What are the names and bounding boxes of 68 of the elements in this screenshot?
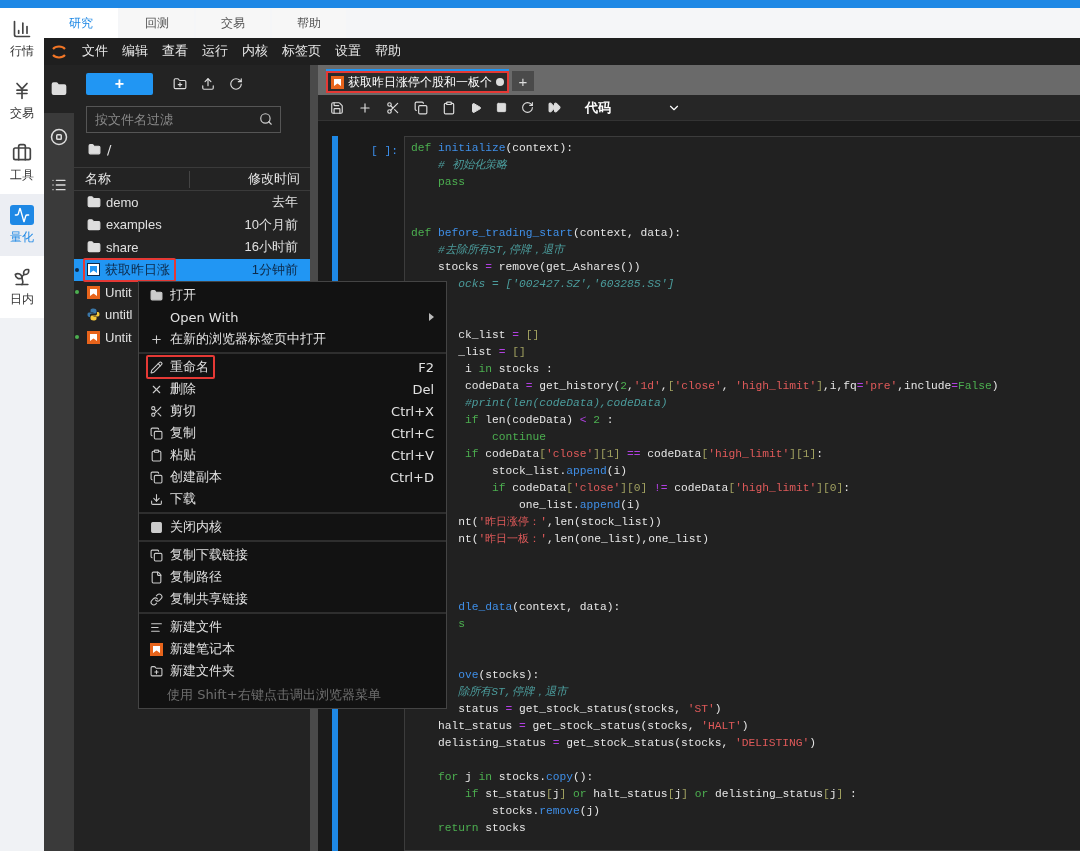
code-line: for j in stocks.copy(): xyxy=(438,771,594,783)
menu-item-label: 在新的浏览器标签页中打开 xyxy=(170,330,326,348)
code-line: return stocks xyxy=(438,822,526,834)
shortcut-text: Ctrl+C xyxy=(390,425,434,441)
code-line: # 初始化策略 xyxy=(438,159,507,171)
code-line: pass xyxy=(438,176,466,188)
code-line: #print(len(codeData),codeData) xyxy=(465,397,668,409)
code-line: stocks.remove(j) xyxy=(492,805,601,817)
code-line: if codeData['close'][1] == codeData['high_limit'][1]: xyxy=(465,448,823,460)
modified-time: 1分钟前 xyxy=(251,260,299,279)
tab-title: 获取昨日涨停个股和一板个 xyxy=(348,73,492,91)
menu-item-label: 复制 xyxy=(170,424,196,442)
menu-item-label: Open With xyxy=(170,309,239,325)
code-line: i in stocks : xyxy=(465,363,553,375)
code-line: nt('昨日涨停：',len(stock_list)) xyxy=(458,516,662,528)
menu-item-label: 新建笔记本 xyxy=(170,640,235,658)
menu-item-label: 复制路径 xyxy=(170,568,222,586)
menu-item-label: 下载 xyxy=(170,490,196,508)
menu-item-label: 创建副本 xyxy=(170,468,222,486)
menu-hint: 使用 Shift+右键点击调出浏览器菜单 xyxy=(166,686,382,704)
menu-item-label: 复制下载链接 xyxy=(170,546,248,564)
menu-item-label: 剪切 xyxy=(170,402,196,420)
shortcut-text: F2 xyxy=(418,359,434,375)
code-line: 除所有ST,停牌，退市 xyxy=(458,686,567,698)
file-name: Untit xyxy=(105,284,132,300)
code-line: def initialize(context): xyxy=(411,142,574,154)
menu-item-label: 新建文件 xyxy=(170,618,222,636)
code-line: nt('昨日一板：',len(one_list),one_list) xyxy=(458,533,710,545)
code-line: stock_list.append(i) xyxy=(492,465,628,477)
cell-prompt: [ ]: xyxy=(371,145,398,157)
code-line: #去除所有ST,停牌，退市 xyxy=(438,244,565,256)
file-name: demo xyxy=(106,194,139,210)
code-line: codeData = get_history(2,'1d',['close', 'high_limit'],i,fq='pre',include=False) xyxy=(465,380,999,392)
modified-time: 去年 xyxy=(272,193,299,212)
menu-item-label: 新建文件夹 xyxy=(170,662,235,680)
code-line: stocks = remove(get_Ashares()) xyxy=(438,261,641,273)
code-line: _list = [] xyxy=(458,346,526,358)
file-name: 获取昨日涨 xyxy=(105,260,170,279)
code-line: continue xyxy=(492,431,547,443)
shortcut-text: Ctrl+V xyxy=(391,447,434,463)
menu-item-label: 重命名 xyxy=(170,358,209,376)
file-name: share xyxy=(106,239,139,255)
menu-item-label: 复制共享链接 xyxy=(170,590,248,608)
code-line: ck_list = [] xyxy=(458,329,540,341)
code-line: halt_status = get_stock_status(stocks, 'HALT') xyxy=(438,720,749,732)
shortcut-text: Ctrl+D xyxy=(389,469,434,485)
code-line: if st_status[j] or halt_status[j] or delisting_status[j] : xyxy=(465,788,857,800)
code-line: dle_data(context, data): xyxy=(458,601,621,613)
menu-item-label: 打开 xyxy=(170,286,196,304)
code-line: delisting_status = get_stock_status(stocks, 'DELISTING') xyxy=(438,737,817,749)
menu-item-label: 关闭内核 xyxy=(170,518,222,536)
file-name: Untit xyxy=(105,329,132,345)
code-line: s xyxy=(458,618,466,630)
code-line: if len(codeData) < 2 : xyxy=(465,414,614,426)
shortcut-text: Ctrl+X xyxy=(391,403,434,419)
code-line: if codeData['close'][0] != codeData['high_limit'][0]: xyxy=(492,482,850,494)
code-line: one_list.append(i) xyxy=(519,499,641,511)
menu-item-label: 删除 xyxy=(170,380,196,398)
file-name: examples xyxy=(106,217,162,233)
code-line: ove(stocks): xyxy=(458,669,540,681)
file-name: untitl xyxy=(105,307,133,323)
modified-time: 16小时前 xyxy=(244,238,299,257)
code-line: ocks = ['002427.SZ','603285.SS'] xyxy=(458,278,675,290)
modified-time: 10个月前 xyxy=(244,215,299,234)
menu-item-label: 粘贴 xyxy=(170,446,196,464)
code-line: status = get_stock_status(stocks, 'ST') xyxy=(458,703,722,715)
shortcut-text: Del xyxy=(412,381,434,397)
code-line: def before_trading_start(context, data): xyxy=(411,227,682,239)
